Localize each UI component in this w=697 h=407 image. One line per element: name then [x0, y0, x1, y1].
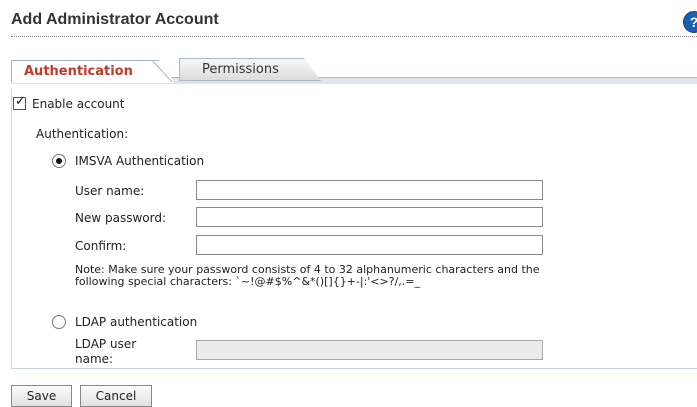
- help-icon[interactable]: ?: [683, 11, 697, 33]
- user-name-label: User name:: [75, 184, 145, 198]
- new-password-label: New password:: [75, 211, 167, 225]
- authentication-heading: Authentication:: [36, 127, 129, 141]
- new-password-input[interactable]: [196, 207, 543, 227]
- tab-corner-decoration: [152, 60, 172, 82]
- ldap-user-name-input[interactable]: [196, 340, 543, 360]
- ldap-auth-label: LDAP authentication: [75, 315, 198, 329]
- imsva-auth-label: IMSVA Authentication: [75, 154, 205, 168]
- title-bar: Add Administrator Account ?: [0, 0, 697, 38]
- title-divider: [11, 36, 697, 37]
- save-button[interactable]: Save: [11, 385, 72, 407]
- imsva-auth-radio[interactable]: [52, 154, 66, 168]
- checkmark-icon: ✓: [15, 94, 26, 109]
- user-name-input[interactable]: [196, 180, 543, 200]
- ldap-user-name-label-line-1: LDAP user: [75, 337, 137, 351]
- password-note-line-2: following special characters: `~!@#$%^&*…: [75, 275, 420, 288]
- enable-account-checkbox[interactable]: ✓: [13, 94, 26, 110]
- tab-authentication[interactable]: Authentication: [11, 60, 175, 83]
- confirm-label: Confirm:: [75, 239, 127, 253]
- tab-permissions[interactable]: Permissions: [179, 58, 321, 81]
- cancel-button[interactable]: Cancel: [80, 385, 152, 407]
- ldap-user-name-label-line-2: name:: [75, 352, 114, 366]
- tab-strip: Permissions Authentication: [11, 56, 697, 84]
- ldap-auth-radio[interactable]: [52, 315, 66, 329]
- page-title: Add Administrator Account: [11, 11, 219, 28]
- enable-account-label: Enable account: [32, 97, 125, 111]
- confirm-password-input[interactable]: [196, 235, 543, 255]
- radio-selected-dot: [56, 158, 62, 164]
